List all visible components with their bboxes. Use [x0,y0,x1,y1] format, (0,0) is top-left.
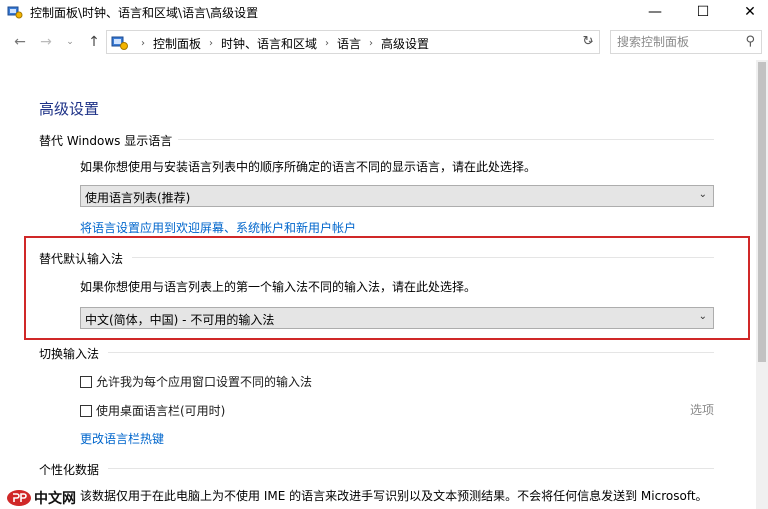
vertical-scrollbar[interactable] [756,60,768,509]
breadcrumb-separator[interactable]: › [369,38,373,49]
maximize-button[interactable]: ☐ [680,0,726,24]
page-title: 高级设置 [39,100,100,118]
watermark-text: 中文网 [34,490,76,507]
back-button[interactable]: ← [10,32,30,52]
default-input-value: 中文(简体，中国) - 不可用的输入法 [85,313,275,327]
chevron-down-icon: ⌄ [698,189,707,200]
options-link[interactable]: 选项 [690,401,714,418]
close-icon: ✕ [744,4,756,20]
divider [178,139,714,140]
watermark: 中文网 [0,486,76,509]
php-logo-icon [6,489,32,507]
recent-locations-button[interactable]: ⌄ [62,32,78,52]
per-app-input-checkbox[interactable] [80,375,92,388]
arrow-up-icon: ↑ [88,34,100,50]
display-language-select[interactable]: 使用语言列表(推荐) ⌄ [80,185,714,207]
minimize-button[interactable]: — [632,0,678,24]
chevron-down-icon: ⌄ [698,311,707,322]
default-input-description: 如果你想使用与语言列表上的第一个输入法不同的输入法，请在此处选择。 [80,280,477,294]
switch-input-heading: 切换输入法 [39,347,100,361]
breadcrumb-item[interactable]: 时钟、语言和区域 [221,35,317,52]
personalization-text: 该数据仅用于在此电脑上为不使用 IME 的语言来改进手写识别以及文本预测结果。不… [80,489,708,503]
arrow-right-icon: → [40,34,52,50]
divider [132,257,714,258]
display-language-heading: 替代 Windows 显示语言 [39,134,173,148]
title-bar: 控制面板\时钟、语言和区域\语言\高级设置 — ☐ ✕ [0,0,768,24]
display-language-description: 如果你想使用与安装语言列表中的顺序所确定的语言不同的显示语言，请在此处选择。 [80,160,537,174]
control-panel-icon [111,34,129,52]
desktop-language-bar-checkbox-row[interactable]: 使用桌面语言栏(可用时) [80,402,225,419]
display-language-value: 使用语言列表(推荐) [85,191,191,205]
per-app-input-label[interactable]: 允许我为每个应用窗口设置不同的输入法 [96,373,312,390]
per-app-input-checkbox-row[interactable]: 允许我为每个应用窗口设置不同的输入法 [80,373,312,390]
change-language-bar-hotkeys-link[interactable]: 更改语言栏热键 [80,430,164,447]
navigation-bar: ← → ⌄ ↑ › 控制面板 › 时钟、语言和区域 › 语言 › 高级设置 ⌄ … [0,28,768,56]
search-icon[interactable]: ⚲ [745,34,755,49]
breadcrumb-separator[interactable]: › [209,38,213,49]
apply-language-settings-link[interactable]: 将语言设置应用到欢迎屏幕、系统帐户和新用户帐户 [80,219,356,236]
maximize-icon: ☐ [696,4,710,20]
desktop-language-bar-checkbox[interactable] [80,404,92,417]
close-button[interactable]: ✕ [727,0,768,24]
search-box[interactable]: ⚲ [610,30,762,54]
address-bar[interactable]: › 控制面板 › 时钟、语言和区域 › 语言 › 高级设置 ⌄ [106,30,600,54]
breadcrumb-item[interactable]: 控制面板 [153,35,201,52]
breadcrumb-separator: › [141,38,145,49]
scrollbar-thumb[interactable] [758,62,766,362]
chevron-down-icon: ⌄ [66,37,74,47]
forward-button[interactable]: → [36,32,56,52]
breadcrumb-separator[interactable]: › [325,38,329,49]
arrow-left-icon: ← [14,34,26,50]
breadcrumb-item[interactable]: 高级设置 [381,35,429,52]
default-input-select[interactable]: 中文(简体，中国) - 不可用的输入法 ⌄ [80,307,714,329]
up-button[interactable]: ↑ [84,32,104,52]
desktop-language-bar-label[interactable]: 使用桌面语言栏(可用时) [96,402,225,419]
default-input-heading: 替代默认输入法 [39,252,124,266]
minimize-icon: — [648,4,662,20]
control-panel-icon [7,4,23,20]
content-pane: 高级设置 替代 Windows 显示语言 如果你想使用与安装语言列表中的顺序所确… [0,60,756,509]
personalization-heading: 个性化数据 [39,463,100,477]
divider [108,468,714,469]
refresh-icon[interactable]: ↻ [578,34,598,52]
breadcrumb: › 控制面板 › 时钟、语言和区域 › 语言 › 高级设置 [133,35,429,52]
search-input[interactable] [617,34,737,50]
breadcrumb-item[interactable]: 语言 [337,35,361,52]
divider [108,352,714,353]
window-title: 控制面板\时钟、语言和区域\语言\高级设置 [30,6,259,20]
